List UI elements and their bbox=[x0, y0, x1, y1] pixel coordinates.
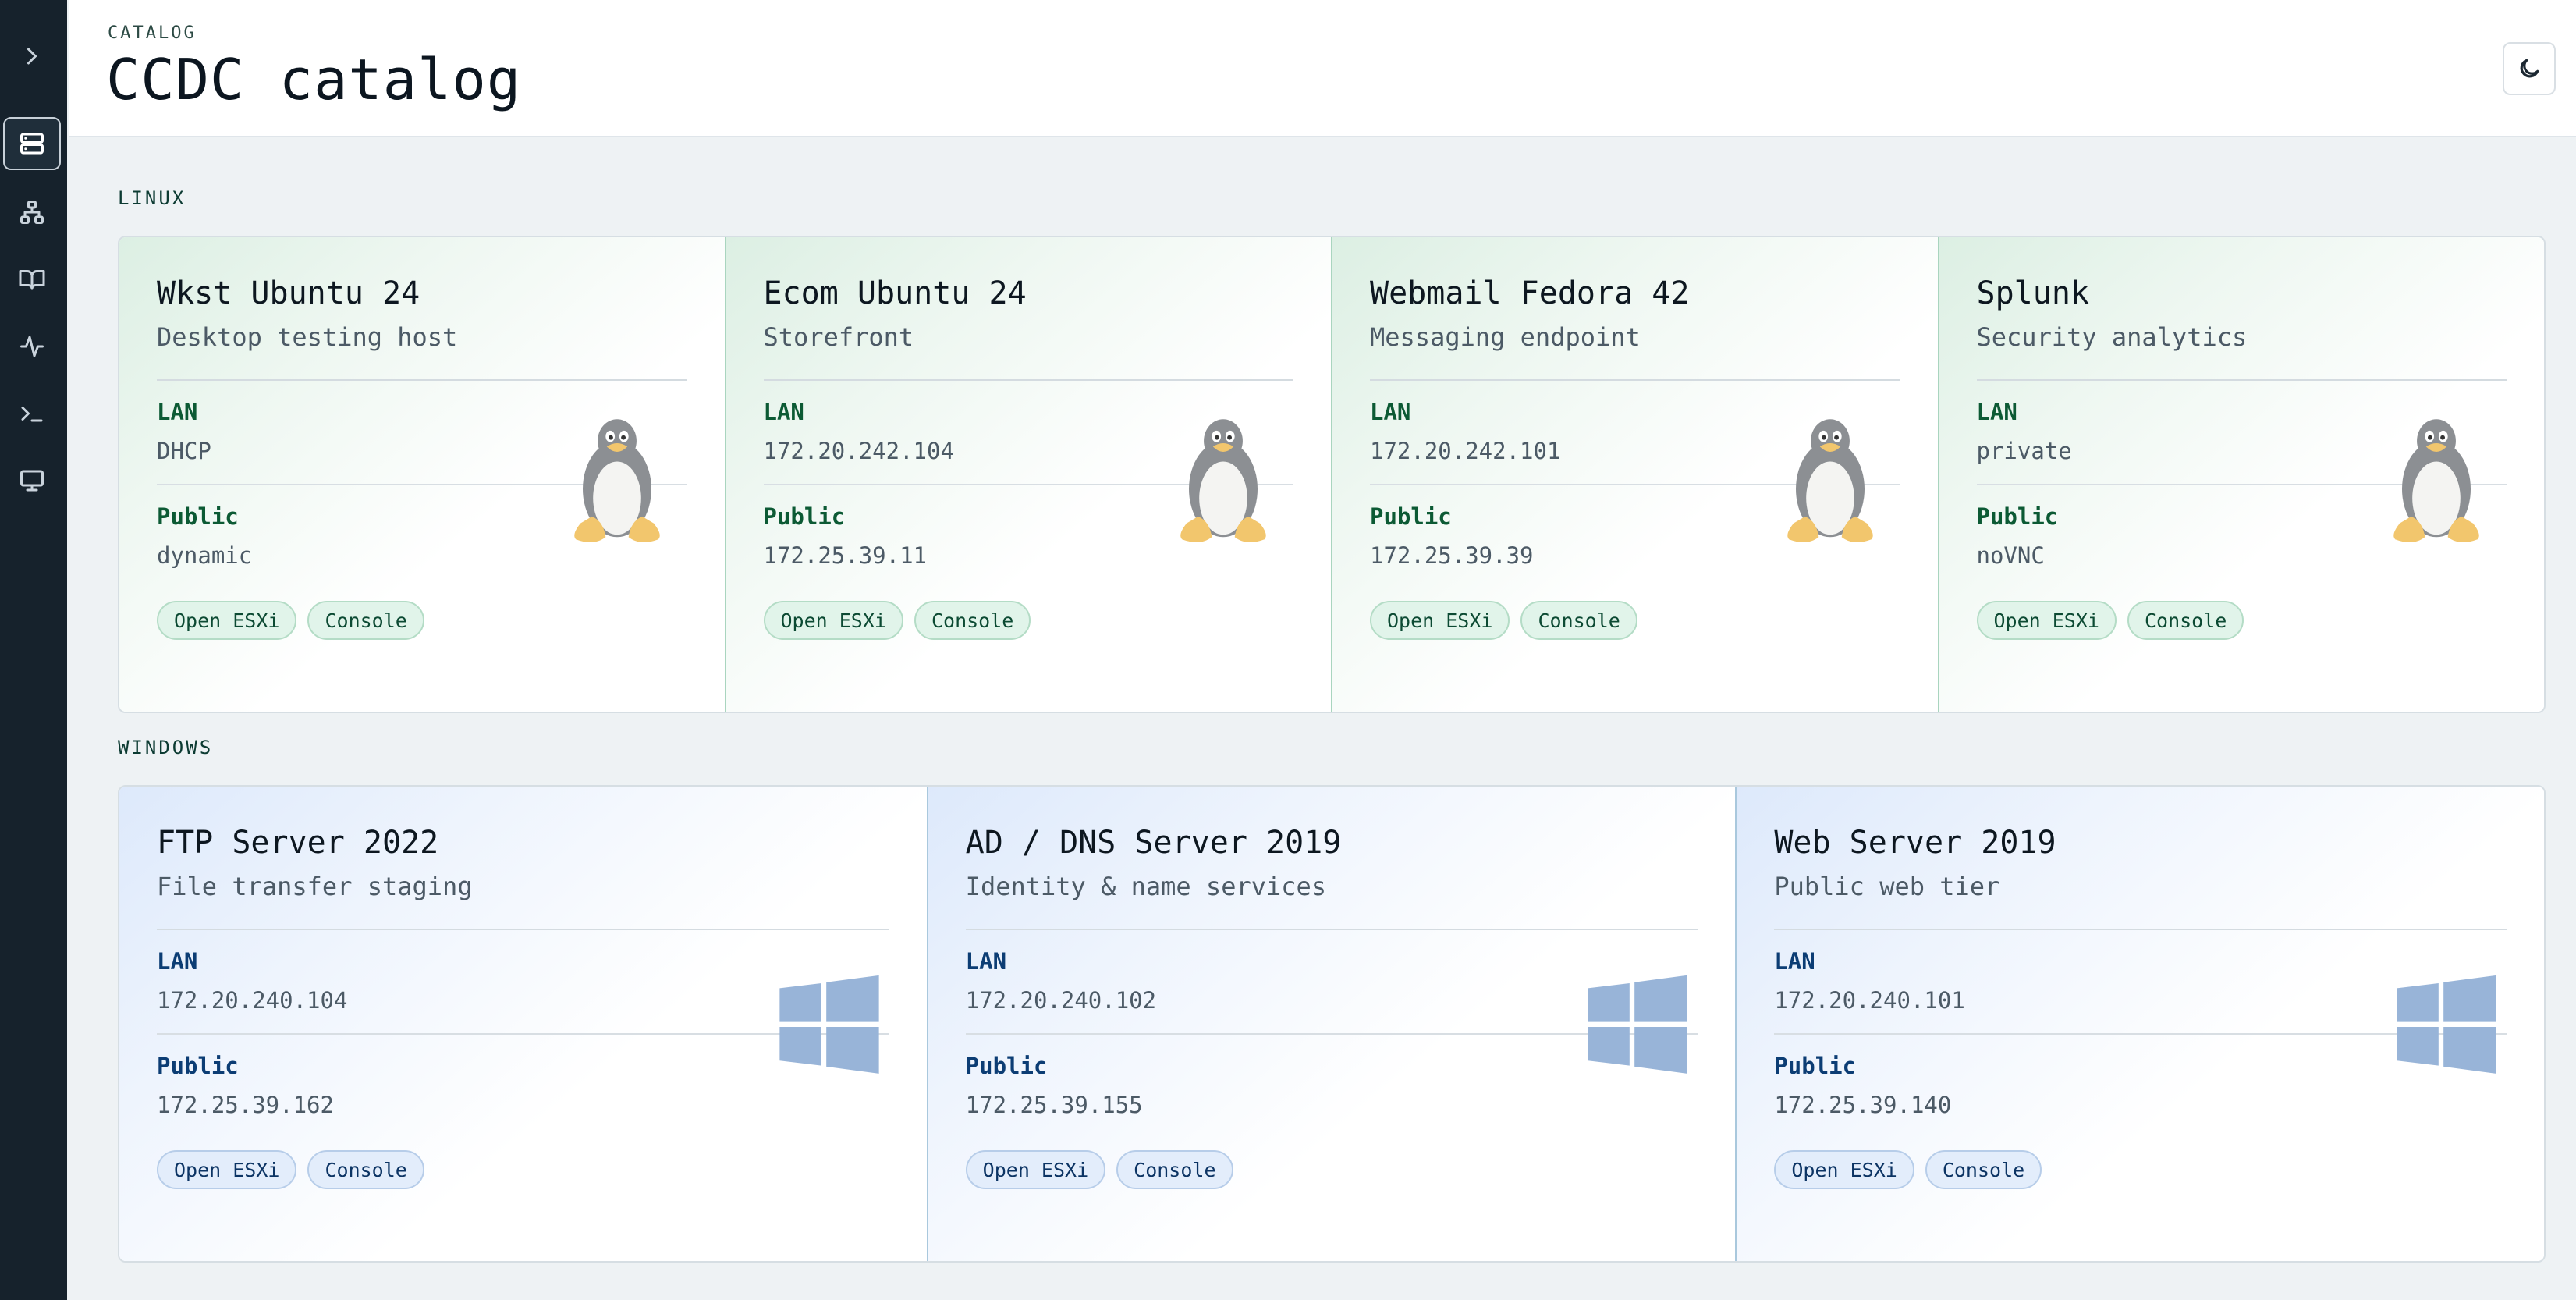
monitor-icon bbox=[20, 470, 44, 492]
network-icon bbox=[20, 201, 44, 224]
sidebar-item-network[interactable] bbox=[3, 186, 61, 239]
book-icon bbox=[19, 270, 45, 290]
console-button[interactable]: Console bbox=[1520, 601, 1637, 640]
console-button[interactable]: Console bbox=[307, 601, 424, 640]
page-eyebrow: CATALOG bbox=[108, 23, 197, 43]
host-card: FTP Server 2022 File transfer staging LA… bbox=[119, 787, 927, 1261]
console-button[interactable]: Console bbox=[307, 1150, 424, 1189]
open-esxi-button[interactable]: Open ESXi bbox=[157, 601, 297, 640]
public-value: 172.25.39.155 bbox=[965, 1092, 1143, 1118]
console-button[interactable]: Console bbox=[2127, 601, 2244, 640]
moon-icon bbox=[2520, 59, 2539, 78]
windows-logo-icon bbox=[779, 975, 879, 1074]
open-esxi-button[interactable]: Open ESXi bbox=[157, 1150, 297, 1189]
host-subtitle: Storefront bbox=[763, 322, 914, 352]
host-title: Wkst Ubuntu 24 bbox=[157, 275, 420, 311]
section-label-windows: WINDOWS bbox=[118, 737, 214, 758]
sidebar-item-monitor[interactable] bbox=[3, 454, 61, 507]
host-card: Webmail Fedora 42 Messaging endpoint LAN… bbox=[1331, 237, 1938, 712]
open-esxi-button[interactable]: Open ESXi bbox=[965, 1150, 1106, 1189]
host-subtitle: Messaging endpoint bbox=[1370, 322, 1641, 352]
divider bbox=[1370, 379, 1900, 381]
host-card: Web Server 2019 Public web tier LAN 172.… bbox=[1735, 787, 2544, 1261]
host-title: AD / DNS Server 2019 bbox=[965, 825, 1342, 861]
linux-penguin-icon bbox=[2393, 419, 2479, 542]
windows-logo-icon bbox=[2397, 975, 2496, 1074]
console-button[interactable]: Console bbox=[1925, 1150, 2042, 1189]
host-subtitle: Security analytics bbox=[1976, 322, 2248, 352]
sidebar bbox=[0, 0, 67, 1300]
host-subtitle: Public web tier bbox=[1774, 872, 2000, 901]
host-card: Wkst Ubuntu 24 Desktop testing host LAN … bbox=[119, 237, 725, 712]
host-title: Web Server 2019 bbox=[1774, 825, 2056, 861]
divider bbox=[763, 379, 1293, 381]
host-card: Splunk Security analytics LAN private Pu… bbox=[1937, 237, 2544, 712]
windows-logo-icon bbox=[1588, 975, 1687, 1074]
linux-card-grid: Wkst Ubuntu 24 Desktop testing host LAN … bbox=[118, 236, 2546, 713]
host-title: Webmail Fedora 42 bbox=[1370, 275, 1690, 311]
open-esxi-button[interactable]: Open ESXi bbox=[1976, 601, 2117, 640]
linux-penguin-icon bbox=[1787, 419, 1873, 542]
server-icon bbox=[20, 133, 44, 155]
divider bbox=[1976, 379, 2507, 381]
divider bbox=[157, 929, 889, 930]
open-esxi-button[interactable]: Open ESXi bbox=[1774, 1150, 1914, 1189]
public-value: 172.25.39.140 bbox=[1774, 1092, 1952, 1118]
console-button[interactable]: Console bbox=[914, 601, 1031, 640]
activity-icon bbox=[20, 336, 44, 357]
page-title: CCDC catalog bbox=[106, 47, 522, 112]
divider bbox=[157, 379, 687, 381]
host-subtitle: Identity & name services bbox=[965, 872, 1327, 901]
theme-toggle-button[interactable] bbox=[2503, 42, 2556, 95]
divider bbox=[1774, 929, 2507, 930]
host-title: Splunk bbox=[1976, 275, 2090, 311]
section-label-linux: LINUX bbox=[118, 187, 186, 209]
linux-penguin-icon bbox=[573, 419, 660, 542]
divider bbox=[965, 929, 1698, 930]
sidebar-expand-button[interactable] bbox=[3, 30, 61, 83]
host-card: Ecom Ubuntu 24 Storefront LAN 172.20.242… bbox=[724, 237, 1331, 712]
chevron-right-icon bbox=[27, 48, 37, 65]
sidebar-item-catalog[interactable] bbox=[3, 117, 61, 170]
terminal-icon bbox=[21, 407, 43, 422]
open-esxi-button[interactable]: Open ESXi bbox=[763, 601, 903, 640]
console-button[interactable]: Console bbox=[1116, 1150, 1233, 1189]
sidebar-item-terminal[interactable] bbox=[3, 387, 61, 440]
host-title: Ecom Ubuntu 24 bbox=[763, 275, 1027, 311]
host-subtitle: File transfer staging bbox=[157, 872, 473, 901]
public-value: 172.25.39.162 bbox=[157, 1092, 334, 1118]
host-card: AD / DNS Server 2019 Identity & name ser… bbox=[926, 787, 1736, 1261]
open-esxi-button[interactable]: Open ESXi bbox=[1370, 601, 1510, 640]
linux-penguin-icon bbox=[1180, 419, 1266, 542]
page-header: CATALOG CCDC catalog bbox=[69, 0, 2576, 137]
windows-card-grid: FTP Server 2022 File transfer staging LA… bbox=[118, 785, 2546, 1263]
sidebar-item-activity[interactable] bbox=[3, 320, 61, 373]
host-title: FTP Server 2022 bbox=[157, 825, 439, 861]
sidebar-item-docs[interactable] bbox=[3, 253, 61, 306]
host-subtitle: Desktop testing host bbox=[157, 322, 458, 352]
